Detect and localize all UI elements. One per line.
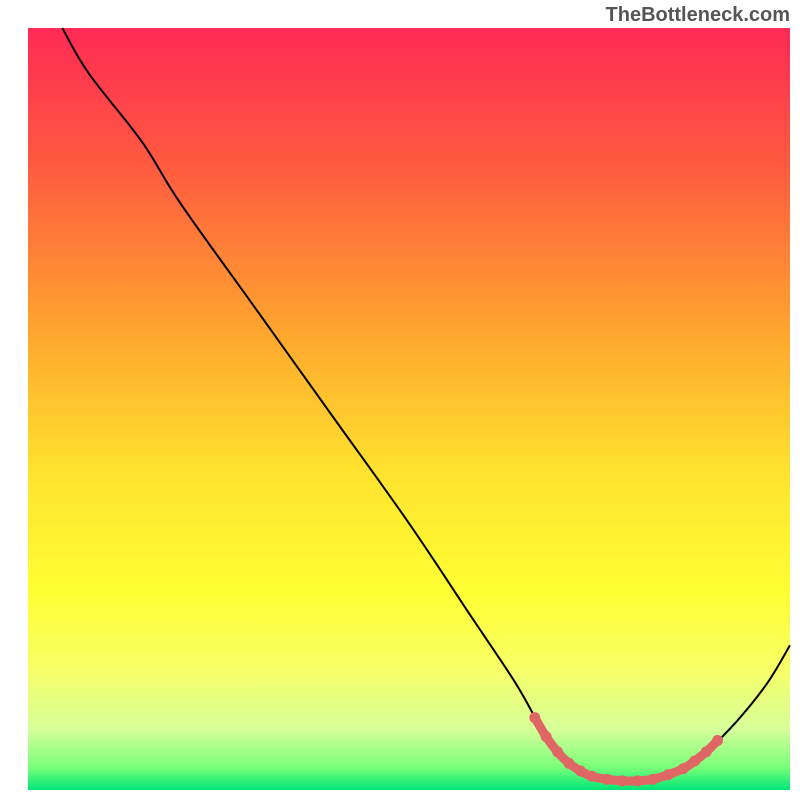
highlight-dot <box>552 746 563 757</box>
highlight-dot <box>678 763 689 774</box>
highlight-dot <box>689 756 700 767</box>
highlight-dot <box>617 775 628 786</box>
highlight-dot <box>541 731 552 742</box>
highlight-dot <box>564 758 575 769</box>
highlight-dot <box>712 735 723 746</box>
highlight-dot <box>647 774 658 785</box>
highlight-dot <box>701 746 712 757</box>
highlight-dot <box>602 774 613 785</box>
highlight-dot <box>575 765 586 776</box>
bottleneck-chart: TheBottleneck.com <box>0 0 800 800</box>
highlight-dot <box>529 712 540 723</box>
highlight-dot <box>632 775 643 786</box>
chart-svg <box>0 0 800 800</box>
watermark-text: TheBottleneck.com <box>606 4 790 27</box>
highlight-dot <box>586 771 597 782</box>
highlight-dot <box>663 769 674 780</box>
